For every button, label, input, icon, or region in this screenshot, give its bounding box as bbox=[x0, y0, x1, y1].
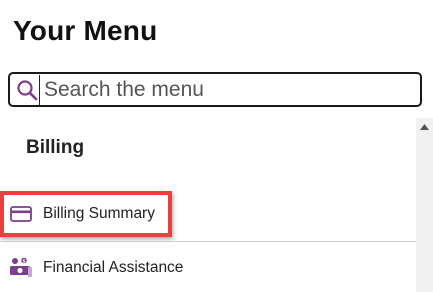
credit-card-icon bbox=[8, 203, 34, 225]
search-input[interactable] bbox=[39, 74, 404, 105]
menu-list: Billing Billing Summary $ Financial Assi… bbox=[0, 118, 433, 292]
section-header-billing: Billing bbox=[26, 137, 85, 158]
financial-assistance-icon: $ bbox=[8, 257, 34, 279]
menu-item-billing-summary[interactable]: Billing Summary bbox=[0, 193, 416, 235]
search-icon[interactable] bbox=[15, 78, 39, 102]
scroll-up-arrow-icon[interactable] bbox=[416, 118, 433, 135]
menu-item-financial-assistance[interactable]: $ Financial Assistance bbox=[0, 247, 416, 289]
search-box[interactable] bbox=[8, 72, 422, 107]
page-title: Your Menu bbox=[13, 15, 158, 46]
svg-text:$: $ bbox=[22, 259, 25, 265]
scrollbar[interactable] bbox=[416, 118, 433, 292]
menu-item-label: Financial Assistance bbox=[43, 259, 184, 276]
menu-item-label: Billing Summary bbox=[43, 205, 155, 222]
menu-page: Your Menu Billing Billing Summary bbox=[0, 0, 433, 292]
divider bbox=[0, 241, 416, 242]
